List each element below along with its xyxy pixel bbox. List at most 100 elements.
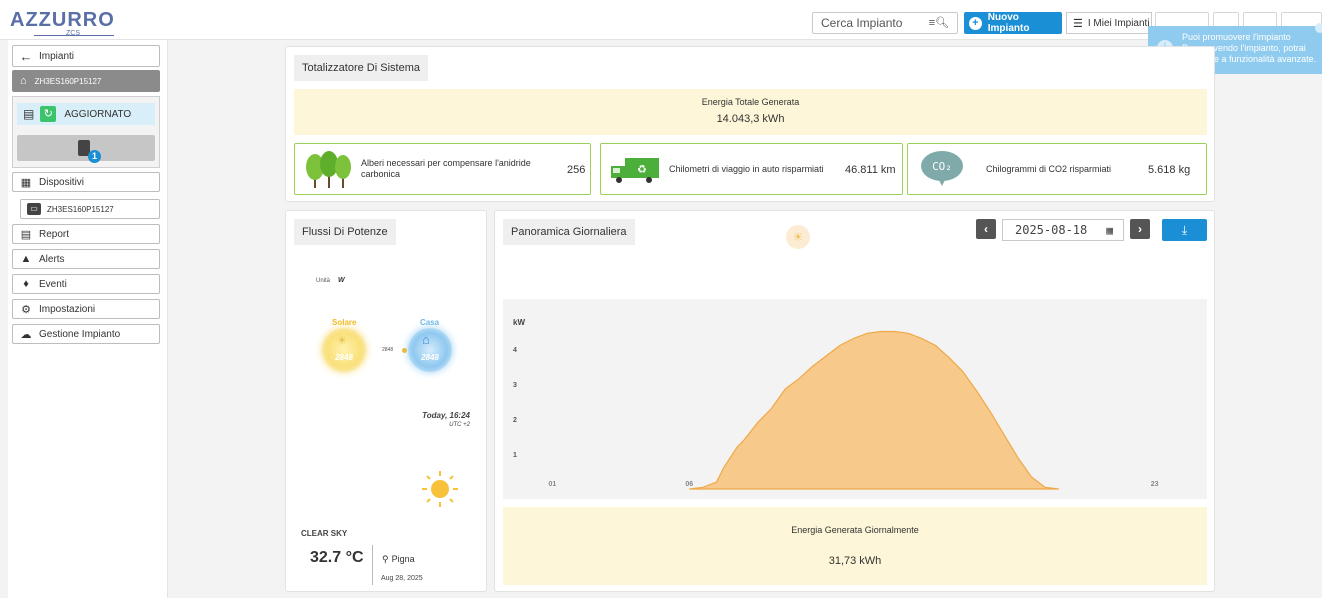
house-icon: ⌂	[422, 332, 430, 347]
logo-subtext: ZCS	[66, 30, 80, 37]
stat-km: ♻ Chilometri di viaggio in auto risparmi…	[600, 143, 903, 195]
new-plant-label: Nuovo Impianto	[987, 12, 1030, 34]
system-totalizer-card: Totalizzatore Di Sistema Energia Totale …	[285, 46, 1215, 202]
totalizer-title: Totalizzatore Di Sistema	[294, 55, 428, 81]
my-plants-button[interactable]: ☰ I Miei Impianti	[1066, 12, 1152, 34]
sync-icon: ↻	[40, 106, 57, 122]
next-day-button[interactable]: ›	[1130, 219, 1150, 239]
location-pin-icon: ⚲	[382, 554, 389, 564]
sidebar-item-alerts[interactable]: ▲ Alerts	[12, 249, 160, 269]
calendar-icon[interactable]: ▦	[1106, 224, 1113, 237]
alert-icon: ▲	[20, 253, 32, 265]
previous-day-button[interactable]: ‹	[976, 219, 996, 239]
solar-node[interactable]: ☀ 2848	[322, 328, 366, 372]
sidebar-item-label: ZH3ES160P15127	[47, 204, 114, 214]
sidebar-item-inverter[interactable]: ▭ ZH3ES160P15127	[20, 199, 160, 219]
weather-divider	[372, 545, 373, 585]
unit-value: W	[338, 277, 345, 284]
sidebar-item-label: Alerts	[39, 253, 65, 265]
azzurro-logo[interactable]: AZZURRO ZCS	[10, 8, 115, 37]
user-card-icon[interactable]: ▤	[23, 107, 34, 121]
sidebar-item-impostazioni[interactable]: ⚙ Impostazioni	[12, 299, 160, 319]
arrow-left-icon: ←	[19, 48, 33, 64]
sidebar-item-label: Gestione Impianto	[39, 328, 121, 340]
home-node[interactable]: ⌂ 2848	[408, 328, 452, 372]
flow-dot-icon	[402, 348, 407, 353]
new-plant-button[interactable]: + Nuovo Impianto	[964, 12, 1062, 34]
temperature: 32.7 °C	[310, 549, 364, 566]
daily-power-chart: kW 1234 0106Noon1823	[503, 299, 1207, 499]
date-picker-input[interactable]: 2025-08-18 ▦	[1002, 219, 1124, 241]
chart-area-series	[689, 330, 1059, 490]
list-icon: ☰	[1073, 17, 1083, 30]
gear-icon: ⚙	[21, 303, 31, 316]
stat-co2-label: Chilogrammi di CO2 risparmiati	[986, 164, 1112, 174]
search-placeholder: Cerca Impianto	[821, 16, 903, 30]
solar-label: Solare	[332, 318, 357, 327]
top-bar: AZZURRO ZCS Cerca Impianto ≡🔍︎ + Nuovo I…	[0, 0, 1322, 40]
flow-value: 2848	[382, 347, 394, 353]
search-list-icon[interactable]: ≡🔍︎	[929, 16, 949, 29]
location-name: Pigna	[391, 554, 415, 564]
y-tick-label: 1	[513, 452, 517, 459]
sidebar-item-label: Impostazioni	[39, 303, 96, 315]
svg-text:CO₂: CO₂	[932, 160, 952, 173]
daily-overview-card: Panoramica Giornaliera ☀ ‹ 2025-08-18 ▦ …	[494, 210, 1215, 592]
cloud-upload-icon: ☁	[20, 328, 32, 341]
plus-circle-icon: +	[969, 16, 982, 30]
bell-icon: ♦	[23, 278, 29, 290]
daily-title: Panoramica Giornaliera	[503, 219, 635, 245]
plant-code: ZH3ES160P15127	[34, 76, 102, 86]
back-to-plants-button[interactable]: ← Impianti	[12, 45, 160, 67]
weather-date: Aug 28, 2025	[381, 575, 423, 582]
home-icon: ⌂	[20, 75, 27, 87]
trees-icon	[306, 151, 351, 188]
y-tick-label: 4	[513, 347, 517, 354]
total-energy-box: Energia Totale Generata 14.043,3 kWh	[294, 89, 1207, 135]
logo-text: AZZURRO	[10, 9, 115, 31]
co2-cloud-icon: CO₂	[921, 151, 963, 186]
stat-trees-value: 256	[567, 164, 586, 176]
download-button[interactable]: ⤓	[1162, 219, 1207, 241]
flow-time: Today, 16:24	[422, 411, 470, 420]
report-icon: ▤	[20, 228, 32, 241]
flows-title: Flussi Di Potenze	[294, 219, 396, 245]
stat-co2-value: 5.618 kg	[1148, 164, 1191, 176]
sidebar: ← Impianti ⌂ ZH3ES160P15127 ▤ ↻ AGGIORNA…	[8, 40, 168, 598]
flow-timezone: UTC +2	[449, 422, 470, 428]
sidebar-item-dispositivi[interactable]: ▦ Dispositivi	[12, 172, 160, 192]
stat-co2: CO₂ Chilogrammi di CO2 risparmiati 5.618…	[907, 143, 1207, 195]
stat-trees-label: Alberi necessari per compensare l'anidri…	[361, 158, 531, 179]
y-tick-label: 2	[513, 417, 517, 424]
close-icon[interactable]	[1315, 23, 1322, 33]
sidebar-item-eventi[interactable]: ♦ Eventi	[12, 274, 160, 294]
sidebar-item-label: Dispositivi	[39, 176, 85, 188]
sidebar-item-gestione[interactable]: ☁ Gestione Impianto	[12, 324, 160, 344]
devices-icon: ▦	[20, 176, 32, 189]
plant-header[interactable]: ⌂ ZH3ES160P15127	[12, 70, 160, 92]
plant-status-box: ▤ ↻ AGGIORNATO 1	[12, 96, 160, 168]
sidebar-item-report[interactable]: ▤ Report	[12, 224, 160, 244]
x-tick-label: 06	[685, 481, 693, 488]
home-label: Casa	[420, 318, 440, 327]
daily-energy-value: 31,73 kWh	[828, 555, 882, 567]
solar-panel-icon: ☀	[337, 335, 347, 347]
home-value: 2848	[421, 353, 439, 362]
unit-label: Unità	[316, 278, 331, 284]
daily-energy-label: Energia Generata Giornalmente	[791, 525, 919, 535]
device-bar[interactable]: 1	[17, 135, 155, 163]
total-energy-label: Energia Totale Generata	[701, 97, 800, 107]
stat-km-label: Chilometri di viaggio in auto risparmiat…	[669, 164, 824, 174]
device-count-badge: 1	[88, 150, 101, 163]
sidebar-item-label: Eventi	[39, 278, 67, 290]
svg-text:♻: ♻	[637, 163, 647, 176]
inverter-icon: ▭	[27, 203, 41, 215]
daily-energy-box: Energia Generata Giornalmente 31,73 kWh	[503, 507, 1207, 585]
power-flows-card: Flussi Di Potenze Unità W Solare ☀ 2848 …	[285, 210, 487, 592]
stat-km-value: 46.811 km	[845, 164, 896, 176]
chart-y-axis-label: kW	[513, 318, 525, 327]
weather-label: CLEAR SKY	[301, 529, 348, 538]
my-plants-label: I Miei Impianti	[1087, 17, 1150, 29]
search-input[interactable]: Cerca Impianto ≡🔍︎	[812, 12, 958, 34]
sidebar-item-label: Report	[39, 228, 70, 240]
